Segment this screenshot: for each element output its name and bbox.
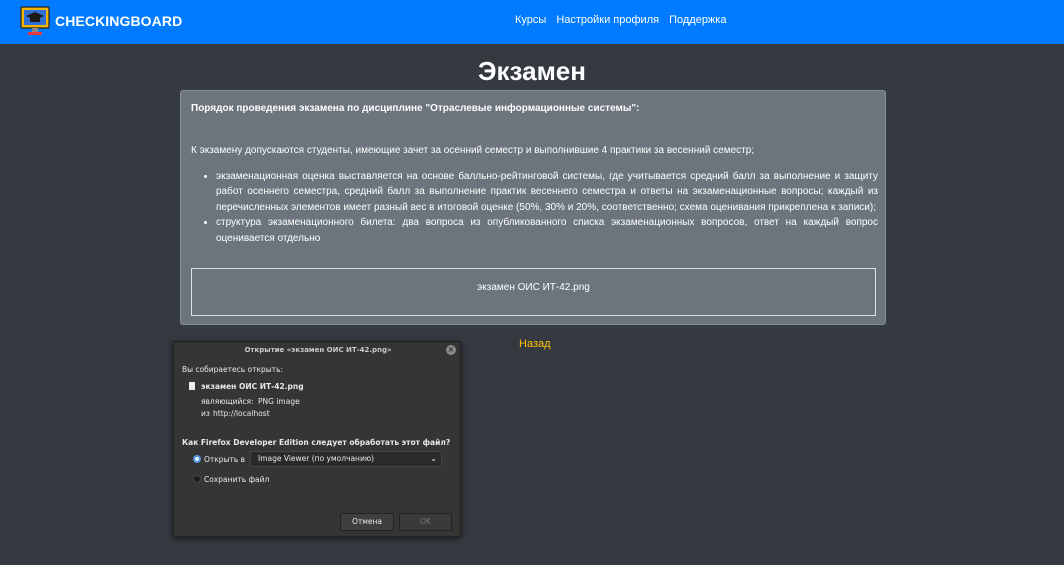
page-title: Экзамен: [478, 56, 586, 86]
panel-intro: К экзамену допускаются студенты, имеющие…: [191, 145, 755, 156]
attachment-link[interactable]: экзамен ОИС ИТ-42.png: [191, 268, 876, 316]
handle-question: Как Firefox Developer Edition следует об…: [182, 438, 451, 447]
about-to-open-label: Вы собираетесь открыть:: [182, 365, 284, 374]
panel-heading: Порядок проведения экзамена по дисциплин…: [191, 103, 640, 114]
file-type-label: являющийся:: [201, 397, 254, 406]
dialog-title: Открытие «экзамен ОИС ИТ-42.png»: [244, 346, 392, 354]
list-item: структура экзаменационного билета: два в…: [216, 215, 878, 246]
nav-link-courses[interactable]: Курсы: [515, 14, 546, 26]
file-icon: [189, 382, 195, 390]
file-source-label: из: [201, 409, 210, 418]
save-file-radio[interactable]: [193, 475, 201, 483]
dialog-filename: экзамен ОИС ИТ-42.png: [201, 382, 304, 391]
open-file-dialog: Открытие «экзамен ОИС ИТ-42.png» × Вы со…: [173, 341, 461, 537]
rules-list: экзаменационная оценка выставляется на о…: [216, 169, 878, 246]
cancel-button[interactable]: Отмена: [340, 513, 394, 531]
back-link[interactable]: Назад: [519, 338, 551, 350]
file-type-value: PNG image: [258, 397, 300, 406]
brand-name: CHECKINGBOARD: [55, 13, 183, 29]
exam-info-panel: Порядок проведения экзамена по дисциплин…: [180, 90, 886, 325]
open-with-radio[interactable]: [193, 455, 201, 463]
brand[interactable]: CHECKINGBOARD: [20, 5, 182, 37]
ok-button[interactable]: OK: [399, 513, 452, 531]
app-select[interactable]: Image Viewer (по умолчанию) ⌄: [250, 451, 442, 467]
nav-link-support[interactable]: Поддержка: [669, 14, 726, 26]
open-with-label[interactable]: Открыть в: [204, 455, 245, 464]
navbar: CHECKINGBOARD Курсы Настройки профиля По…: [0, 0, 1064, 44]
list-item: экзаменационная оценка выставляется на о…: [216, 169, 878, 215]
app-select-value: Image Viewer (по умолчанию): [258, 454, 375, 463]
monitor-graduation-cap-icon: [20, 6, 50, 36]
file-source-value: http://localhost: [213, 409, 270, 418]
save-file-label[interactable]: Сохранить файл: [204, 475, 269, 484]
chevron-down-icon: ⌄: [430, 454, 437, 463]
nav-link-profile-settings[interactable]: Настройки профиля: [556, 14, 659, 26]
close-icon[interactable]: ×: [446, 345, 456, 355]
nav-links: Курсы Настройки профиля Поддержка: [515, 14, 736, 26]
